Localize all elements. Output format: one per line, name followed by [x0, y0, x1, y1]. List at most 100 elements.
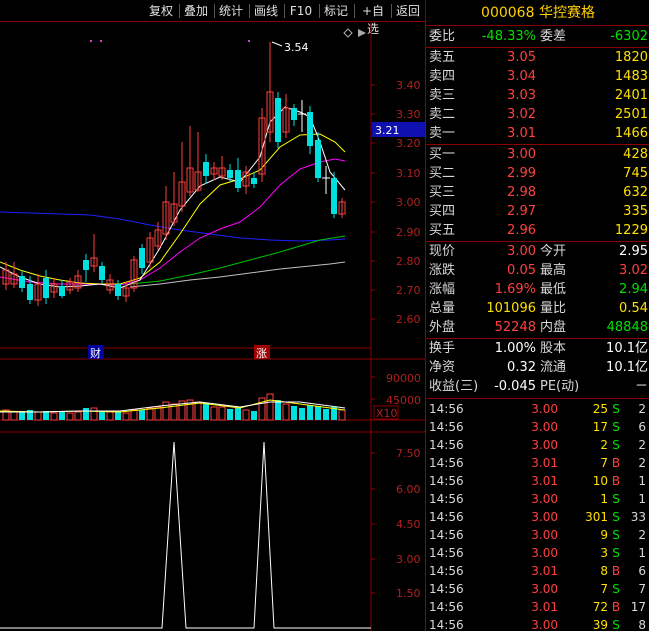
volume-ratio-label: 量比 — [540, 301, 567, 316]
bid-label: 买三 — [429, 185, 456, 200]
low-label: 最低 — [540, 282, 567, 297]
candle — [43, 270, 49, 304]
candle — [186, 126, 194, 196]
ma5-line — [0, 106, 346, 289]
chart-mode-icons[interactable] — [343, 28, 366, 38]
candle — [298, 100, 306, 132]
svg-text:2.60: 2.60 — [396, 313, 421, 326]
ma10-line — [0, 133, 346, 285]
order-ratio-row: 委比 -48.33% 委差 -6302 — [426, 28, 649, 46]
bid-volume: 745 — [623, 166, 648, 181]
f10-button[interactable]: F10 — [286, 2, 316, 20]
bid-label: 买五 — [429, 223, 456, 238]
change-value: 0.05 — [507, 263, 536, 278]
tick-row: 14:56 3.00 7 S 7 — [429, 582, 646, 596]
open-value: 2.95 — [619, 244, 648, 259]
tick-row: 14:56 3.00 2 S 2 — [429, 438, 646, 452]
svg-text:2.80: 2.80 — [396, 255, 421, 268]
bid-price: 2.97 — [507, 204, 536, 219]
ask-row[interactable]: 卖三 3.03 2401 — [426, 87, 649, 105]
ask-price: 3.04 — [507, 69, 536, 84]
toolbar-divider — [179, 4, 180, 18]
candle — [210, 162, 218, 180]
back-button[interactable]: 返回 — [393, 2, 423, 20]
draw-line-button[interactable]: 画线 — [251, 2, 281, 20]
tick-row: 14:56 3.00 17 S 6 — [429, 420, 646, 434]
total-volume-value: 101096 — [486, 301, 536, 316]
candle — [74, 270, 82, 292]
svg-text:X10: X10 — [376, 407, 398, 420]
bid-row[interactable]: 买五 2.96 1229 — [426, 222, 649, 240]
candle — [59, 280, 65, 298]
bid-volume: 335 — [623, 204, 648, 219]
add-watchlist-button[interactable]: +自选 — [356, 2, 390, 36]
bid-volume: 632 — [623, 185, 648, 200]
bid-price: 2.96 — [507, 223, 536, 238]
svg-text:1.50: 1.50 — [396, 587, 421, 600]
outer-volume-value: 52248 — [494, 320, 536, 335]
order-ratio-value: -48.33% — [481, 29, 536, 44]
divider — [426, 398, 649, 399]
float-label: 流通 — [540, 360, 567, 375]
mark-button[interactable]: 标记 — [321, 2, 351, 20]
bid-row[interactable]: 买二 2.99 745 — [426, 165, 649, 183]
toolbar-divider — [214, 4, 215, 18]
current-price-value: 3.00 — [507, 244, 536, 259]
bid-label: 买四 — [429, 204, 456, 219]
volume-axis: 90000 45000 X10 — [371, 372, 421, 420]
low-value: 2.94 — [619, 282, 648, 297]
bid-price: 2.98 — [507, 185, 536, 200]
net-asset-value: 0.32 — [507, 360, 536, 375]
ma-lines — [0, 106, 346, 289]
ask-row[interactable]: 卖一 3.01 1466 — [426, 125, 649, 143]
open-label: 今开 — [540, 244, 567, 259]
ask-row[interactable]: 卖二 3.02 2501 — [426, 106, 649, 124]
ask-label: 卖五 — [429, 50, 456, 65]
svg-text:3.21: 3.21 — [375, 124, 400, 137]
outer-volume-label: 外盘 — [429, 320, 456, 335]
candle — [19, 270, 25, 292]
tick-row: 14:56 3.01 10 B 1 — [429, 474, 646, 488]
quote-panel: 000068 华控赛格 委比 -48.33% 委差 -6302 卖五 3.05 … — [425, 0, 649, 631]
tick-row: 14:56 3.00 25 S 2 — [429, 402, 646, 416]
toolbar-divider — [249, 4, 250, 18]
svg-text:7.50: 7.50 — [396, 447, 421, 460]
price-tick-280: 2.80 — [371, 255, 421, 268]
share-capital-label: 股本 — [540, 341, 567, 356]
ask-row[interactable]: 卖四 3.04 1483 — [426, 68, 649, 86]
quote-row-price: 现价 3.00 今开 2.95 — [426, 243, 649, 261]
change-pct-value: 1.69% — [494, 282, 536, 297]
svg-text:3.40: 3.40 — [396, 79, 421, 92]
candle — [291, 104, 297, 126]
statistics-button[interactable]: 统计 — [216, 2, 246, 20]
quote-row-volume: 总量 101096 量比 0.54 — [426, 300, 649, 318]
candle — [275, 92, 281, 148]
volume-bars — [2, 393, 346, 421]
high-price-marker: 3.54 — [271, 41, 309, 54]
float-value: 10.1亿 — [606, 360, 648, 375]
price-tick-290: 2.90 — [371, 226, 421, 239]
divider — [426, 338, 649, 339]
eps-value: -0.045 — [494, 379, 536, 394]
top-dots — [90, 40, 250, 42]
svg-text:3.30: 3.30 — [396, 108, 421, 121]
bid-row[interactable]: 买三 2.98 632 — [426, 184, 649, 202]
ask-row[interactable]: 卖五 3.05 1820 — [426, 49, 649, 67]
kline-chart-area[interactable]: 3.40 3.30 3.20 3.10 3.00 2.90 2.80 2.70 … — [0, 22, 425, 631]
stock-name: 华控赛格 — [538, 5, 595, 21]
bid-row[interactable]: 买四 2.97 335 — [426, 203, 649, 221]
candle — [2, 262, 10, 290]
candle — [242, 166, 250, 194]
pe-value: － — [634, 379, 648, 394]
bid-row[interactable]: 买一 3.00 428 — [426, 146, 649, 164]
event-markers[interactable]: 财 涨 — [88, 345, 270, 360]
restore-rights-button[interactable]: 复权 — [146, 2, 176, 20]
indicator-axis: 7.50 6.00 4.50 3.00 1.50 — [371, 447, 421, 600]
candle — [99, 262, 105, 284]
toolbar-divider — [391, 4, 392, 18]
ask-price: 3.05 — [507, 50, 536, 65]
change-label: 涨跌 — [429, 263, 456, 278]
overlay-button[interactable]: 叠加 — [181, 2, 211, 20]
candle — [282, 94, 290, 138]
tick-row: 14:56 3.00 301 S 33 — [429, 510, 646, 524]
